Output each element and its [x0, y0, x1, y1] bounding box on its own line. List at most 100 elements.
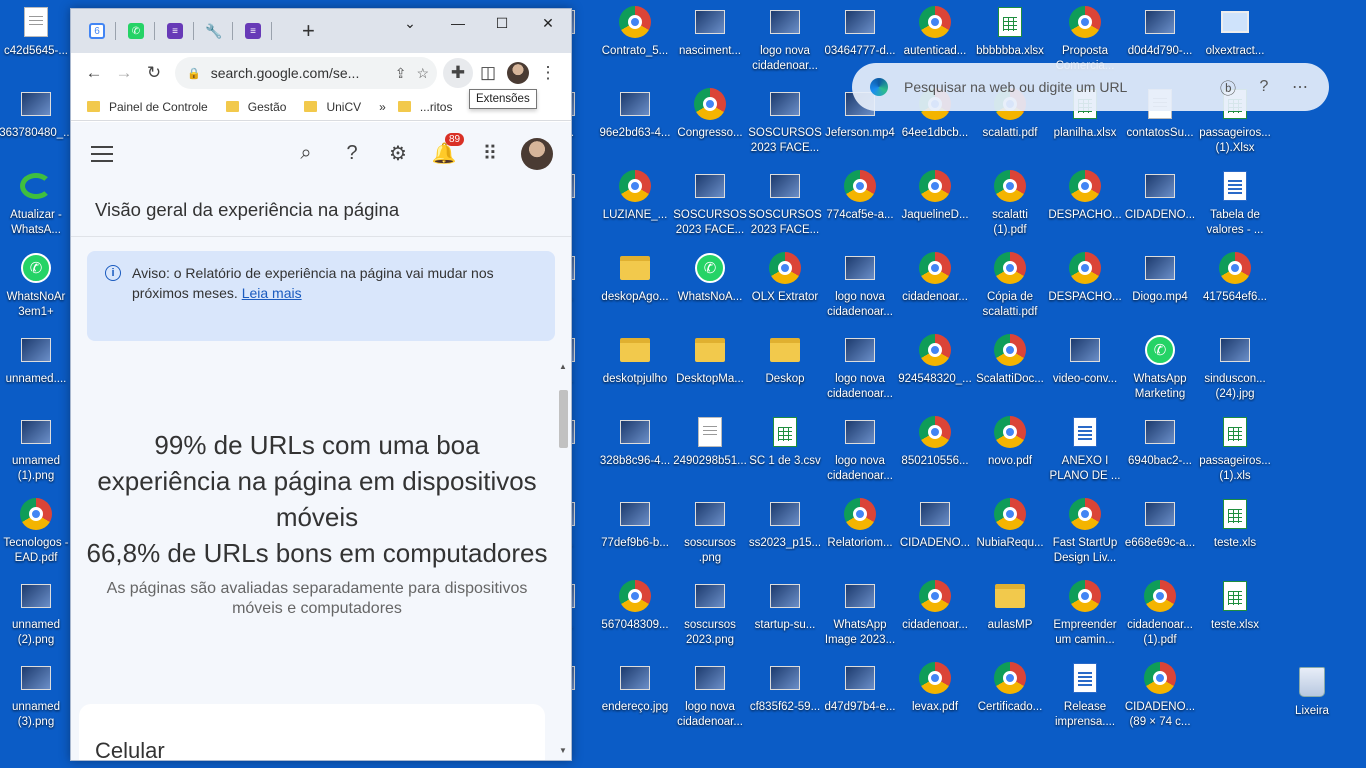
desktop-icon[interactable]: deskopAgo... — [598, 248, 672, 328]
desktop-icon[interactable]: Relatoriom... — [823, 494, 897, 574]
desktop-icon[interactable]: nasciment... — [673, 2, 747, 82]
desktop-icon-recycle-bin[interactable]: Lixeira — [1275, 662, 1349, 742]
maximize-button[interactable]: ☐ — [479, 9, 525, 37]
desktop-icon[interactable]: unnamed (2).png — [0, 576, 73, 656]
desktop-icon[interactable]: 774caf5e-a... — [823, 166, 897, 246]
desktop-icon[interactable]: ss2023_p15... — [748, 494, 822, 574]
more-icon[interactable]: ⋯ — [1289, 76, 1311, 98]
bookmark-other[interactable]: ...ritos — [397, 100, 452, 114]
desktop-icon[interactable]: OLX Extrator — [748, 248, 822, 328]
forms-tab-icon[interactable]: ≡ — [167, 23, 183, 39]
desktop-icon[interactable]: cidadenoar... (1).pdf — [1123, 576, 1197, 656]
desktop-icon[interactable]: SOSCURSOS 2023 FACE... — [748, 166, 822, 246]
desktop-icon[interactable]: Diogo.mp4 — [1123, 248, 1197, 328]
desktop-icon[interactable]: unnamed (1).png — [0, 412, 73, 492]
desktop-icon[interactable]: unnamed.... — [0, 330, 73, 410]
desktop-icon[interactable]: scalatti (1).pdf — [973, 166, 1047, 246]
desktop-icon[interactable]: 417564ef6... — [1198, 248, 1272, 328]
desktop-icon[interactable]: Certificado... — [973, 658, 1047, 738]
desktop-icon[interactable]: LUZIANE_... — [598, 166, 672, 246]
scroll-up-arrow-icon[interactable]: ▲ — [557, 362, 569, 374]
back-icon[interactable]: ← — [79, 58, 109, 88]
desktop-icon[interactable]: Congresso... — [673, 84, 747, 164]
edge-search-input[interactable]: Pesquisar na web ou digite um URL — [904, 79, 1203, 95]
desktop-icon[interactable]: Contrato_5... — [598, 2, 672, 82]
desktop-icon[interactable]: 567048309... — [598, 576, 672, 656]
search-icon[interactable]: ⌕ — [283, 142, 329, 165]
desktop-icon[interactable]: 328b8c96-4... — [598, 412, 672, 492]
desktop-icon[interactable]: teste.xlsx — [1198, 576, 1272, 656]
desktop-icon[interactable]: Cópia de scalatti.pdf — [973, 248, 1047, 328]
desktop-icon[interactable]: cidadenoar... — [898, 248, 972, 328]
calendar-tab-icon[interactable]: 6 — [89, 23, 105, 39]
help-icon[interactable]: ? — [329, 142, 375, 165]
wrench-tab-icon[interactable]: 🔧 — [205, 23, 222, 39]
address-text[interactable]: search.google.com/se... — [211, 65, 385, 81]
desktop-icon[interactable]: startup-su... — [748, 576, 822, 656]
desktop-icon[interactable]: CIDADENO... — [898, 494, 972, 574]
desktop-icon[interactable]: 924548320_... — [898, 330, 972, 410]
apps-grid-icon[interactable]: ⠿ — [467, 141, 513, 166]
desktop-icon[interactable]: 96e2bd63-4... — [598, 84, 672, 164]
desktop-icon[interactable]: deskotpjulho — [598, 330, 672, 410]
desktop-icon[interactable]: levax.pdf — [898, 658, 972, 738]
desktop-icon[interactable]: logo nova cidadenoar... — [823, 330, 897, 410]
desktop-icon[interactable]: 6940bac2-... — [1123, 412, 1197, 492]
scrollbar[interactable]: ▲ ▼ — [557, 362, 569, 760]
desktop-icon[interactable]: logo nova cidadenoar... — [748, 2, 822, 82]
desktop-icon[interactable]: Release imprensa.... — [1048, 658, 1122, 738]
search-console-tab-icon[interactable]: ≡ — [245, 23, 261, 39]
desktop-icon[interactable]: DesktopMa... — [673, 330, 747, 410]
desktop-icon[interactable]: CIDADENO... — [1123, 166, 1197, 246]
profile-avatar[interactable] — [503, 58, 533, 88]
desktop-icon[interactable]: CIDADENO... (89 × 74 c... — [1123, 658, 1197, 738]
desktop-icon[interactable]: Atualizar - WhatsA... — [0, 166, 73, 246]
desktop-icon[interactable]: WhatsApp Image 2023... — [823, 576, 897, 656]
desktop-icon[interactable]: soscursos 2023.png — [673, 576, 747, 656]
desktop-icon[interactable]: NubiaRequ... — [973, 494, 1047, 574]
user-settings-icon[interactable]: ⚙ — [375, 141, 421, 166]
scroll-thumb[interactable] — [559, 390, 568, 448]
forward-icon[interactable]: → — [109, 58, 139, 88]
desktop-icon[interactable]: d47d97b4-e... — [823, 658, 897, 738]
extensions-icon[interactable]: ✚ — [443, 58, 473, 88]
read-more-link[interactable]: Leia mais — [242, 285, 302, 301]
scroll-down-arrow-icon[interactable]: ▼ — [557, 746, 569, 758]
bing-icon[interactable]: ⓑ — [1217, 76, 1239, 98]
minimize-button[interactable]: — — [435, 9, 481, 37]
desktop-icon[interactable]: Fast StartUp Design Liv... — [1048, 494, 1122, 574]
desktop-icon[interactable]: ANEXO I PLANO DE ... — [1048, 412, 1122, 492]
desktop-icon[interactable]: passageiros... (1).xls — [1198, 412, 1272, 492]
desktop-icon[interactable]: ✆ WhatsNoAr 3em1+ — [0, 248, 73, 328]
notifications-bell-icon[interactable]: 🔔 89 — [421, 133, 467, 166]
desktop-icon[interactable]: c42d5645-... — [0, 2, 73, 82]
desktop-icon[interactable]: logo nova cidadenoar... — [823, 248, 897, 328]
desktop-icon[interactable]: teste.xls — [1198, 494, 1272, 574]
desktop-icon[interactable]: aulasMP — [973, 576, 1047, 656]
new-tab-button[interactable]: + — [302, 18, 315, 44]
desktop-icon[interactable]: Empreender um camin... — [1048, 576, 1122, 656]
reload-icon[interactable]: ↻ — [139, 58, 169, 88]
desktop-icon[interactable]: 77def9b6-b... — [598, 494, 672, 574]
desktop-icon[interactable]: Deskop — [748, 330, 822, 410]
desktop-icon[interactable]: cidadenoar... — [898, 576, 972, 656]
desktop-icon[interactable]: cf835f62-59... — [748, 658, 822, 738]
desktop-icon[interactable]: DESPACHO... — [1048, 248, 1122, 328]
bookmarks-overflow[interactable]: » — [379, 100, 386, 114]
desktop-icon[interactable]: novo.pdf — [973, 412, 1047, 492]
whatsapp-tab-icon[interactable]: ✆ — [128, 23, 144, 39]
desktop-icon[interactable]: ScalattiDoc... — [973, 330, 1047, 410]
desktop-icon[interactable]: SOSCURSOS 2023 FACE... — [748, 84, 822, 164]
menu-icon[interactable]: ⋮ — [533, 58, 563, 88]
help-icon[interactable]: ? — [1253, 76, 1275, 98]
account-avatar[interactable] — [521, 137, 553, 170]
desktop-icon[interactable]: soscursos .png — [673, 494, 747, 574]
desktop-icon[interactable]: Tecnologos - EAD.pdf — [0, 494, 73, 574]
bookmark-star-icon[interactable]: ☆ — [416, 65, 429, 82]
desktop-icon[interactable]: ✆ WhatsApp Marketing — [1123, 330, 1197, 410]
bookmark-gestao[interactable]: Gestão — [225, 100, 286, 114]
desktop-icon[interactable]: unnamed (3).png — [0, 658, 73, 738]
desktop-icon[interactable]: logo nova cidadenoar... — [823, 412, 897, 492]
desktop-icon[interactable]: JaquelineD... — [898, 166, 972, 246]
desktop-icon[interactable]: endereço.jpg — [598, 658, 672, 738]
